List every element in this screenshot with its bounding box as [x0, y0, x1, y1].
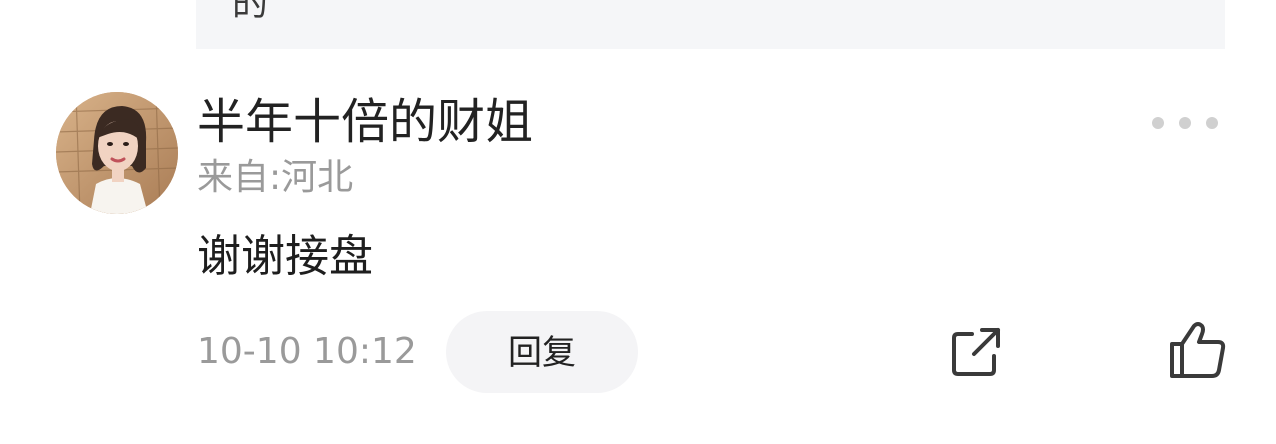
share-external-icon: [952, 328, 1000, 376]
more-dots-icon: [1179, 117, 1191, 129]
more-dots-icon: [1206, 117, 1218, 129]
like-button[interactable]: [1166, 320, 1228, 380]
quoted-reply-box[interactable]: 的: [196, 0, 1225, 49]
comment-page: 的 半年十倍的财姐 来自:河北 谢谢接盘 10-10 10:12 回复: [0, 0, 1276, 444]
username[interactable]: 半年十倍的财姐: [197, 94, 533, 150]
timestamp: 10-10 10:12: [197, 331, 417, 372]
quoted-text: 的: [232, 0, 269, 24]
location-label: 来自:河北: [197, 157, 354, 198]
thumbs-up-icon: [1170, 322, 1226, 378]
avatar[interactable]: [56, 92, 178, 214]
share-button[interactable]: [948, 324, 1004, 380]
reply-button[interactable]: 回复: [446, 311, 638, 393]
more-options-button[interactable]: [1152, 108, 1218, 138]
more-dots-icon: [1152, 117, 1164, 129]
comment-text: 谢谢接盘: [197, 231, 373, 282]
avatar-image: [56, 92, 178, 214]
